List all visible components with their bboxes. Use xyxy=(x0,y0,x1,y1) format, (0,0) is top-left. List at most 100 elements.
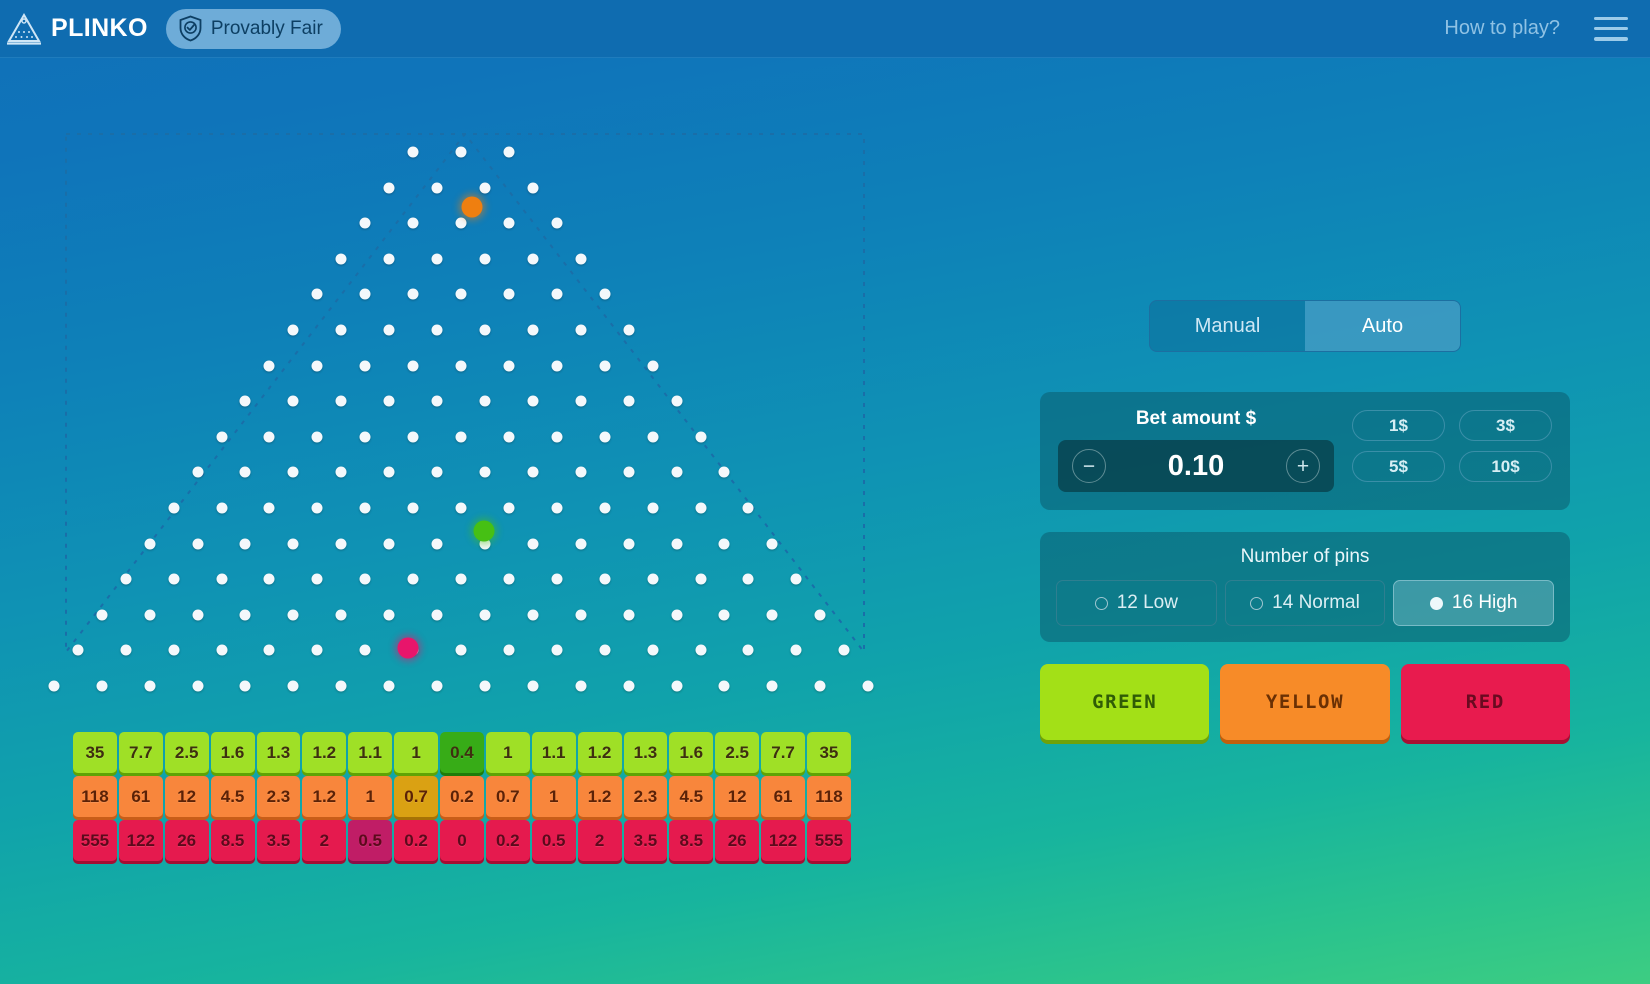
ball-orange xyxy=(461,196,483,218)
pin xyxy=(862,680,874,692)
pin xyxy=(503,644,515,656)
pin xyxy=(551,288,563,300)
quick-bet-chip-3[interactable]: 3$ xyxy=(1459,410,1552,441)
multiplier-cell: 1 xyxy=(485,732,530,773)
pins-option-label: 16 High xyxy=(1451,592,1518,613)
pin xyxy=(383,538,395,550)
pin xyxy=(120,573,132,585)
pin xyxy=(431,538,443,550)
pin xyxy=(479,182,491,194)
multiplier-row-green: 35 7.7 2.5 1.6 1.3 1.2 1.1 1 0.4 1 1.1 1.2 1.3 1.6 2.5… xyxy=(73,732,851,773)
pin xyxy=(359,644,371,656)
multiplier-cell: 0.5 xyxy=(531,820,576,861)
multiplier-cell: 122 xyxy=(761,820,805,861)
pin xyxy=(742,502,754,514)
pin xyxy=(383,253,395,265)
pin xyxy=(503,573,515,585)
hamburger-menu-icon[interactable] xyxy=(1594,16,1628,41)
pin xyxy=(527,609,539,621)
multiplier-cell: 35 xyxy=(807,732,851,773)
pin xyxy=(503,217,515,229)
pin xyxy=(287,609,299,621)
multiplier-cell: 26 xyxy=(164,820,209,861)
how-to-play-link[interactable]: How to play? xyxy=(1444,17,1560,40)
pin xyxy=(695,431,706,443)
pin xyxy=(239,680,251,692)
bet-yellow-button[interactable]: YELLOW xyxy=(1220,664,1390,740)
multiplier-cell: 8.5 xyxy=(669,820,714,861)
bet-green-button[interactable]: GREEN xyxy=(1040,664,1210,740)
pin xyxy=(623,680,635,692)
pin xyxy=(551,431,563,443)
multiplier-cell: 2.3 xyxy=(256,776,301,817)
plinko-board[interactable]: 35 7.7 2.5 1.6 1.3 1.2 1.1 1 0.4 1 1.1 1.2 1.3 1.6 2.5… xyxy=(0,58,960,984)
pin xyxy=(575,680,587,692)
pin xyxy=(287,395,299,407)
pin xyxy=(575,466,587,478)
pins-option-label: 14 Normal xyxy=(1272,592,1360,613)
pin xyxy=(407,573,419,585)
brand-title: PLINKO xyxy=(51,14,148,42)
multiplier-row-orange: 118 61 12 4.5 2.3 1.2 1 0.7 0.2 0.7 1 1.2 2.3 4.5 12 61… xyxy=(73,776,851,817)
pin xyxy=(455,431,467,443)
multiplier-cell: 118 xyxy=(73,776,117,817)
quick-bet-chip-1[interactable]: 1$ xyxy=(1352,410,1445,441)
pin xyxy=(623,324,635,336)
pin xyxy=(527,253,539,265)
mode-tab-manual[interactable]: Manual xyxy=(1150,301,1305,351)
provably-fair-button[interactable]: Provably Fair xyxy=(165,8,341,49)
pin xyxy=(383,680,395,692)
pin xyxy=(838,644,850,656)
pin xyxy=(359,360,371,372)
bet-amount-label: Bet amount $ xyxy=(1135,408,1257,429)
multiplier-cell: 0.7 xyxy=(394,776,438,817)
pin xyxy=(551,502,563,514)
multiplier-cell: 4.5 xyxy=(669,776,714,817)
pin xyxy=(718,538,730,550)
multiplier-cell: 3.5 xyxy=(256,820,301,861)
multiplier-cell: 1.1 xyxy=(531,732,576,773)
quick-bet-chip-10[interactable]: 10$ xyxy=(1459,451,1552,482)
brand-logo[interactable]: PLINKO xyxy=(4,12,148,46)
multiplier-cell: 1.2 xyxy=(302,732,347,773)
pin xyxy=(814,609,826,621)
mode-tab-auto[interactable]: Auto xyxy=(1305,301,1460,351)
plinko-funnel-icon xyxy=(7,12,41,45)
pin xyxy=(479,609,491,621)
pins-option-16-high[interactable]: 16 High xyxy=(1393,580,1555,626)
pin xyxy=(168,502,180,514)
pin xyxy=(647,360,659,372)
pin xyxy=(527,680,539,692)
pins-option-14-normal[interactable]: 14 Normal xyxy=(1224,580,1386,626)
pin xyxy=(359,288,371,300)
multiplier-cell: 1 xyxy=(531,776,576,817)
pin xyxy=(335,324,347,336)
pins-option-12-low[interactable]: 12 Low xyxy=(1056,580,1217,626)
pin xyxy=(96,680,108,692)
multiplier-cell: 0.2 xyxy=(440,776,484,817)
pin xyxy=(790,644,802,656)
minus-circle-icon[interactable]: − xyxy=(1072,449,1106,483)
shield-check-icon xyxy=(179,15,202,42)
pin xyxy=(599,573,611,585)
bet-amount-value[interactable]: 0.10 xyxy=(1168,450,1224,483)
number-of-pins-card: Number of pins 12 Low 14 Normal 16 High xyxy=(1040,532,1570,642)
pin xyxy=(431,609,443,621)
quick-bet-chip-5[interactable]: 5$ xyxy=(1352,451,1445,482)
multiplier-cell: 0.5 xyxy=(348,820,393,861)
pin xyxy=(335,395,347,407)
pin xyxy=(671,609,683,621)
pin xyxy=(455,360,467,372)
multiplier-cell: 0 xyxy=(440,820,484,861)
pin xyxy=(216,644,227,656)
pin xyxy=(311,431,323,443)
pin xyxy=(407,644,419,656)
multiplier-cell: 1.2 xyxy=(302,776,347,817)
plus-circle-icon[interactable]: + xyxy=(1285,449,1320,483)
pin xyxy=(407,217,419,229)
bet-red-button[interactable]: RED xyxy=(1400,664,1570,740)
pin xyxy=(551,360,563,372)
mode-switch: Manual Auto xyxy=(1149,300,1461,352)
bet-amount-stepper: − 0.10 + xyxy=(1058,440,1334,492)
pin xyxy=(575,253,587,265)
